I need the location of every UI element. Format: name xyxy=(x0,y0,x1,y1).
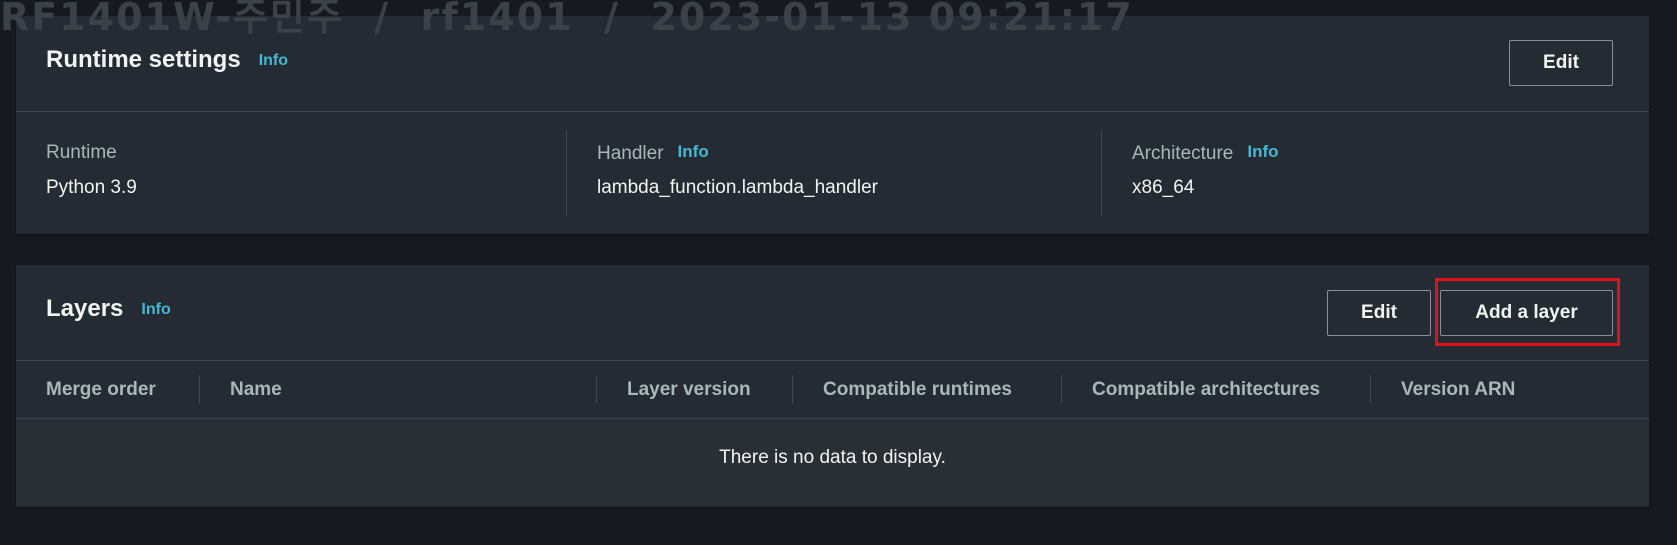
architecture-field: Architecture Info x86_64 xyxy=(1101,130,1642,216)
runtime-value: Python 3.9 xyxy=(46,177,137,198)
handler-label-text: Handler xyxy=(597,143,664,164)
column-divider xyxy=(1061,375,1062,403)
handler-info-link[interactable]: Info xyxy=(678,142,709,161)
column-compatible-runtimes[interactable]: Compatible runtimes xyxy=(823,361,1012,418)
column-divider xyxy=(1370,375,1371,403)
architecture-label: Architecture Info xyxy=(1132,142,1279,165)
add-layer-button[interactable]: Add a layer xyxy=(1440,290,1613,336)
handler-field: Handler Info lambda_function.lambda_handl… xyxy=(566,130,1102,216)
column-divider xyxy=(596,375,597,403)
lambda-config-page: RF1401W-주민주 / rf1401 / 2023-01-13 09:21:… xyxy=(0,0,1677,545)
column-merge-order[interactable]: Merge order xyxy=(46,361,156,418)
architecture-label-text: Architecture xyxy=(1132,143,1234,164)
runtime-settings-panel: Runtime settings Info Edit Runtime Python… xyxy=(16,16,1649,234)
handler-value: lambda_function.lambda_handler xyxy=(597,177,878,198)
layers-edit-button[interactable]: Edit xyxy=(1327,290,1431,336)
runtime-details: Runtime Python 3.9 Handler Info lambda_fu… xyxy=(16,112,1649,234)
column-version-arn[interactable]: Version ARN xyxy=(1401,361,1515,418)
layers-panel: Layers Info Edit Add a layer Merge order … xyxy=(16,265,1649,507)
handler-label: Handler Info xyxy=(597,142,709,165)
runtime-settings-title: Runtime settings Info xyxy=(46,46,288,74)
architecture-value: x86_64 xyxy=(1132,177,1195,198)
runtime-settings-info-link[interactable]: Info xyxy=(259,52,288,69)
column-compatible-architectures[interactable]: Compatible architectures xyxy=(1092,361,1320,418)
architecture-info-link[interactable]: Info xyxy=(1247,142,1278,161)
column-name[interactable]: Name xyxy=(230,361,282,418)
runtime-field: Runtime Python 3.9 xyxy=(16,130,566,216)
column-layer-version[interactable]: Layer version xyxy=(627,361,751,418)
column-divider xyxy=(792,375,793,403)
layers-info-link[interactable]: Info xyxy=(141,301,170,318)
layers-header: Layers Info Edit Add a layer xyxy=(16,265,1649,361)
layers-table-header: Merge order Name Layer version Compatibl… xyxy=(16,361,1649,419)
layers-table-empty-state: There is no data to display. xyxy=(16,419,1649,505)
layers-title-text: Layers xyxy=(46,295,124,322)
runtime-settings-title-text: Runtime settings xyxy=(46,46,241,73)
runtime-edit-button[interactable]: Edit xyxy=(1509,40,1613,86)
runtime-settings-header: Runtime settings Info Edit xyxy=(16,16,1649,112)
layers-title: Layers Info xyxy=(46,295,171,323)
column-divider xyxy=(199,375,200,403)
empty-state-message: There is no data to display. xyxy=(719,447,946,468)
runtime-label: Runtime xyxy=(46,142,117,163)
